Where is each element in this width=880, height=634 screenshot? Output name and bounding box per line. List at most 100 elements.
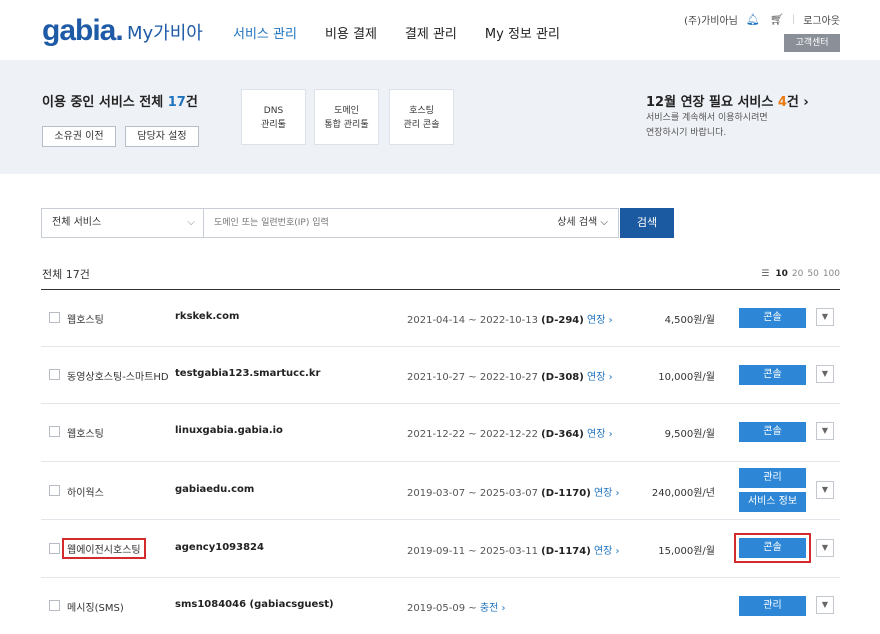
notification-icon[interactable]: 🔔︎ bbox=[746, 13, 760, 26]
table-row: 메시징(SMS) sms1084046 (gabiacsguest) 2019-… bbox=[41, 578, 840, 634]
total-count: 전체 17건 bbox=[42, 268, 90, 281]
renewal-unit: 건 › bbox=[786, 95, 809, 110]
period-dates: 2021-04-14 ~ 2022-10-13 bbox=[407, 315, 538, 326]
page-size-100[interactable]: 100 bbox=[823, 269, 840, 279]
set-manager-button[interactable]: 담당자 설정 bbox=[125, 126, 199, 147]
dday-badge: (D-364) bbox=[541, 429, 584, 440]
service-type: 웹호스팅 bbox=[67, 315, 104, 326]
table-row: 동영상호스팅-스마트HD testgabia123.smartucc.kr 20… bbox=[41, 347, 840, 404]
service-period: 2021-12-22 ~ 2022-12-22 (D-364) 연장 › bbox=[407, 425, 613, 440]
service-filter-select[interactable]: 전체 서비스 ⌵ bbox=[42, 209, 204, 237]
page-size-50[interactable]: 50 bbox=[807, 269, 818, 279]
period-dates: 2021-10-27 ~ 2022-10-27 bbox=[407, 372, 538, 383]
renewal-needed-link[interactable]: 12월 연장 필요 서비스 4건 › bbox=[646, 91, 809, 110]
row-checkbox[interactable] bbox=[49, 312, 60, 323]
quick-link-label: 관리툴 bbox=[261, 120, 286, 130]
quick-link-label: 도메인 bbox=[334, 106, 359, 116]
nav-payment[interactable]: 비용 결제 bbox=[325, 23, 377, 42]
dday-badge: (D-1174) bbox=[541, 546, 591, 557]
row-checkbox[interactable] bbox=[49, 485, 60, 496]
row-menu-dropdown[interactable]: ▼ bbox=[816, 308, 834, 326]
advanced-search-toggle[interactable]: 상세 검색 ⌵ bbox=[557, 209, 608, 237]
row-menu-dropdown[interactable]: ▼ bbox=[816, 422, 834, 440]
service-period: 2021-04-14 ~ 2022-10-13 (D-294) 연장 › bbox=[407, 311, 613, 326]
renewal-count: 4 bbox=[777, 95, 787, 110]
manage-button[interactable]: 관리 bbox=[739, 468, 806, 488]
row-checkbox[interactable] bbox=[49, 369, 60, 380]
service-type: 메시징(SMS) bbox=[67, 603, 124, 614]
list-icon: ☰ bbox=[761, 269, 770, 279]
row-menu-dropdown[interactable]: ▼ bbox=[816, 365, 834, 383]
chevron-down-icon: ⌵ bbox=[600, 217, 608, 228]
service-period: 2019-03-07 ~ 2025-03-07 (D-1170) 연장 › bbox=[407, 484, 620, 499]
period-dates: 2019-09-11 ~ 2025-03-11 bbox=[407, 546, 538, 557]
service-count-label: 이용 중인 서비스 전체 bbox=[42, 95, 168, 110]
page-size-selector: ☰ 10 20 50 100 bbox=[761, 269, 840, 279]
service-period: 2019-09-11 ~ 2025-03-11 (D-1174) 연장 › bbox=[407, 542, 620, 557]
charge-link[interactable]: 충전 › bbox=[480, 603, 506, 614]
service-count-title: 이용 중인 서비스 전체 17건 bbox=[42, 91, 198, 110]
advanced-search-label: 상세 검색 bbox=[557, 217, 598, 228]
service-price: 240,000원/년 bbox=[651, 488, 715, 499]
dday-badge: (D-294) bbox=[541, 315, 584, 326]
service-type: 웹에이전시호스팅 bbox=[62, 538, 146, 559]
quick-link-dns[interactable]: DNS 관리툴 bbox=[241, 89, 306, 145]
service-price: 4,500원/월 bbox=[664, 315, 715, 326]
search-bar: 전체 서비스 ⌵ 상세 검색 ⌵ bbox=[41, 208, 619, 238]
console-button[interactable]: 콘솔 bbox=[739, 538, 806, 558]
console-button[interactable]: 콘솔 bbox=[739, 422, 806, 442]
console-button[interactable]: 콘솔 bbox=[739, 365, 806, 385]
quick-link-label: 통합 관리툴 bbox=[324, 120, 369, 130]
service-type: 웹호스팅 bbox=[67, 429, 104, 440]
renewal-label: 12월 연장 필요 서비스 bbox=[646, 95, 778, 110]
row-menu-dropdown[interactable]: ▼ bbox=[816, 539, 834, 557]
period-dates: 2019-03-07 ~ 2025-03-07 bbox=[407, 488, 538, 499]
my-gabia-title[interactable]: My가비아 bbox=[127, 19, 203, 45]
nav-billing[interactable]: 결제 관리 bbox=[405, 23, 457, 42]
logout-link[interactable]: 로그아웃 bbox=[803, 12, 840, 27]
customer-center-button[interactable]: 고객센터 bbox=[784, 34, 840, 52]
quick-link-domain[interactable]: 도메인 통합 관리툴 bbox=[314, 89, 379, 145]
row-checkbox[interactable] bbox=[49, 426, 60, 437]
service-price: 15,000원/월 bbox=[658, 546, 715, 557]
service-domain: linuxgabia.gabia.io bbox=[175, 425, 283, 436]
utility-bar: (주)가비아님 🔔︎ 🛒︎ | 로그아웃 bbox=[684, 12, 840, 27]
quick-link-hosting[interactable]: 호스팅 관리 콘솔 bbox=[389, 89, 454, 145]
service-type: 하이웍스 bbox=[67, 488, 104, 499]
chevron-down-icon: ⌵ bbox=[187, 217, 195, 228]
gabia-logo[interactable]: gabia. bbox=[42, 14, 124, 48]
service-price: 9,500원/월 bbox=[664, 429, 715, 440]
service-period: 2021-10-27 ~ 2022-10-27 (D-308) 연장 › bbox=[407, 368, 613, 383]
manage-button[interactable]: 관리 bbox=[739, 596, 806, 616]
page-size-10[interactable]: 10 bbox=[775, 269, 788, 279]
quick-link-label: 호스팅 bbox=[409, 106, 434, 116]
row-menu-dropdown[interactable]: ▼ bbox=[816, 481, 834, 499]
dday-badge: (D-1170) bbox=[541, 488, 591, 499]
service-info-button[interactable]: 서비스 정보 bbox=[739, 492, 806, 512]
table-row: 웹호스팅 rkskek.com 2021-04-14 ~ 2022-10-13 … bbox=[41, 290, 840, 347]
util-divider: | bbox=[791, 14, 796, 25]
table-row: 웹에이전시호스팅 agency1093824 2019-09-11 ~ 2025… bbox=[41, 520, 840, 578]
service-filter-value: 전체 서비스 bbox=[52, 217, 102, 228]
user-name[interactable]: (주)가비아님 bbox=[684, 12, 738, 27]
main-nav: 서비스 관리 비용 결제 결제 관리 My 정보 관리 bbox=[233, 23, 588, 42]
row-menu-dropdown[interactable]: ▼ bbox=[816, 596, 834, 614]
row-checkbox[interactable] bbox=[49, 543, 60, 554]
service-count-number: 17 bbox=[167, 95, 186, 110]
console-button[interactable]: 콘솔 bbox=[739, 308, 806, 328]
search-button[interactable]: 검색 bbox=[620, 208, 674, 238]
transfer-ownership-button[interactable]: 소유권 이전 bbox=[42, 126, 116, 147]
period-dates: 2021-12-22 ~ 2022-12-22 bbox=[407, 429, 538, 440]
service-type: 동영상호스팅-스마트HD bbox=[67, 372, 169, 383]
service-count-unit: 건 bbox=[185, 95, 198, 110]
service-domain: gabiaedu.com bbox=[175, 484, 255, 495]
cart-icon[interactable]: 🛒︎ bbox=[770, 13, 784, 26]
row-checkbox[interactable] bbox=[49, 600, 60, 611]
nav-service-management[interactable]: 서비스 관리 bbox=[233, 23, 297, 42]
search-input[interactable] bbox=[214, 209, 514, 237]
service-domain: rkskek.com bbox=[175, 311, 240, 322]
nav-my-info[interactable]: My 정보 관리 bbox=[485, 23, 560, 42]
service-domain: sms1084046 (gabiacsguest) bbox=[175, 599, 334, 610]
page-size-20[interactable]: 20 bbox=[792, 269, 803, 279]
service-domain: agency1093824 bbox=[175, 542, 264, 553]
